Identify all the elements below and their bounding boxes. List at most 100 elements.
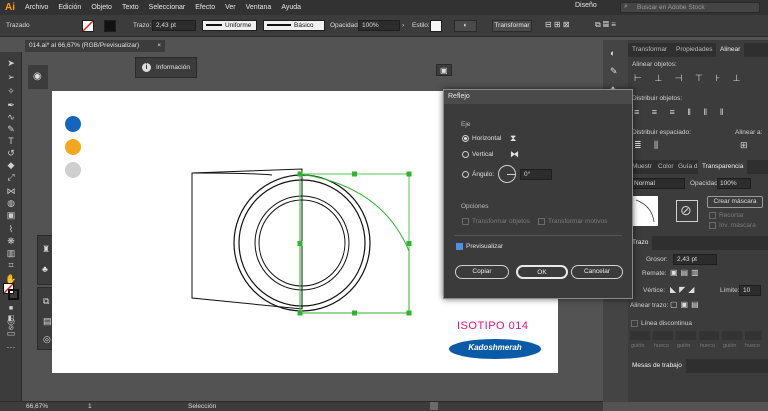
paintbrush-icon[interactable]: ✎ bbox=[5, 124, 17, 134]
menu-ayuda[interactable]: Ayuda bbox=[276, 4, 306, 11]
chevron-right-icon[interactable]: › bbox=[402, 22, 404, 29]
close-icon[interactable]: × bbox=[157, 40, 161, 52]
shape-builder-icon[interactable]: ◍ bbox=[5, 198, 17, 208]
graph-tool-icon[interactable]: ▥ bbox=[5, 248, 17, 258]
pen-tool-icon[interactable]: ✒ bbox=[5, 100, 17, 110]
vertical-radio[interactable] bbox=[462, 151, 469, 158]
angle-radio[interactable] bbox=[462, 171, 469, 178]
rotate-tool-icon[interactable]: ↺ bbox=[5, 148, 17, 158]
dash-field-1[interactable] bbox=[630, 331, 650, 340]
layers-icon[interactable]: ⧉ bbox=[43, 296, 49, 307]
menu-objeto[interactable]: Objeto bbox=[86, 4, 117, 11]
symbol-sprayer-icon[interactable]: ❋ bbox=[5, 236, 17, 246]
menu-texto[interactable]: Texto bbox=[117, 4, 144, 11]
align-object-icons[interactable]: ⊢ ⊥ ⊣ ⊤ ⊦ ⊥ bbox=[634, 73, 745, 84]
magic-wand-icon[interactable]: ✧ bbox=[5, 86, 17, 96]
brush-definition[interactable]: Básico bbox=[263, 20, 325, 31]
recolor-button[interactable]: ◐ bbox=[454, 20, 477, 32]
tab-properties[interactable]: Propiedades bbox=[672, 43, 717, 57]
align-stroke-icons[interactable]: ▢▣▤ bbox=[670, 300, 702, 309]
navigator-icon[interactable]: ◉ bbox=[33, 71, 42, 82]
width-tool-icon[interactable]: ⋈ bbox=[5, 186, 17, 196]
selection-tool-icon[interactable]: ➤ bbox=[5, 58, 17, 68]
transform-patterns-checkbox[interactable] bbox=[538, 218, 545, 225]
stroke-swatch[interactable] bbox=[104, 20, 116, 32]
distribute-object-icons[interactable]: ≡ ≡ ≡ ‖ ‖ ‖ bbox=[634, 107, 728, 117]
copy-button[interactable]: Copiar bbox=[455, 265, 509, 279]
menu-archivo[interactable]: Archivo bbox=[20, 4, 53, 11]
zoom-level[interactable]: 66,67% bbox=[26, 402, 48, 411]
stroke-weight-field[interactable]: 2,43 pt bbox=[152, 20, 196, 31]
direct-selection-tool-icon[interactable]: ➢ bbox=[5, 72, 17, 82]
gap-field-1[interactable] bbox=[653, 331, 673, 340]
variable-width-profile[interactable]: Uniforme bbox=[202, 20, 257, 31]
draw-mode-icon[interactable]: ◎ bbox=[5, 316, 17, 326]
transform-button[interactable]: Transformar bbox=[492, 20, 532, 32]
color-mode-icons[interactable]: ■ ◧ ⊘ bbox=[5, 304, 17, 332]
dash-field-3[interactable] bbox=[722, 331, 742, 340]
distribute-spacing-icons[interactable]: ≣ ⫼ bbox=[634, 140, 663, 151]
angle-dial[interactable] bbox=[498, 165, 516, 183]
stock-search-input[interactable]: Buscar en Adobe Stock bbox=[620, 2, 760, 13]
cancel-button[interactable]: Cancelar bbox=[571, 265, 623, 279]
workspace-switcher[interactable]: Diseño bbox=[575, 2, 597, 9]
invert-mask-checkbox[interactable] bbox=[709, 222, 716, 229]
menu-ventana[interactable]: Ventana bbox=[241, 4, 277, 11]
menu-seleccionar[interactable]: Seleccionar bbox=[144, 4, 191, 11]
transform-icons[interactable]: ⧉ ▦ ≡ bbox=[595, 20, 616, 30]
tab-transparency[interactable]: Transparencia bbox=[698, 160, 748, 174]
dash-field-2[interactable] bbox=[676, 331, 696, 340]
menu-ver[interactable]: Ver bbox=[220, 4, 241, 11]
brushes-icon[interactable]: ✎ bbox=[610, 66, 618, 77]
stroke-color-icon[interactable] bbox=[8, 289, 19, 300]
transform-objects-checkbox[interactable] bbox=[462, 218, 469, 225]
horizontal-radio[interactable] bbox=[462, 135, 469, 142]
color-icon[interactable]: ◐ bbox=[610, 48, 615, 58]
clone-icon[interactable]: ♜ bbox=[42, 244, 50, 255]
clip-checkbox[interactable] bbox=[709, 212, 716, 219]
weight-field[interactable]: 2,43 pt bbox=[673, 254, 717, 265]
gradient-tool-icon[interactable]: ▣ bbox=[5, 210, 17, 220]
angle-field[interactable]: 0° bbox=[520, 169, 552, 180]
gap-field-2[interactable] bbox=[699, 331, 719, 340]
links-icon[interactable]: ◎ bbox=[43, 334, 51, 345]
scrollbar-thumb[interactable] bbox=[430, 402, 438, 410]
document-tab[interactable]: 014.ai* al 66,67% (RGB/Previsualizar) × bbox=[25, 40, 165, 52]
align-icons[interactable]: ⊟ ⊞ ⊠ bbox=[545, 20, 570, 29]
tab-artboards[interactable]: Mesas de trabajo bbox=[628, 359, 686, 373]
transparency-opacity-field[interactable]: 100% bbox=[717, 178, 751, 189]
blend-mode-select[interactable]: Normal bbox=[630, 178, 685, 189]
club-icon[interactable]: ♣ bbox=[42, 264, 48, 274]
cap-icons[interactable]: ▣▤▥ bbox=[670, 268, 702, 277]
tab-align[interactable]: Alinear bbox=[716, 43, 745, 57]
screen-mode-icon[interactable]: ▭ bbox=[5, 328, 17, 338]
mask-thumbnail[interactable]: ⊘ bbox=[676, 200, 698, 222]
type-tool-icon[interactable]: T bbox=[5, 136, 17, 146]
create-mask-button[interactable]: Crear máscara bbox=[707, 196, 763, 208]
align-to-icon[interactable]: ⊞ bbox=[740, 140, 748, 151]
gap-field-3[interactable] bbox=[745, 331, 762, 340]
fill-swatch[interactable] bbox=[82, 20, 94, 32]
info-panel[interactable]: i Información bbox=[135, 57, 197, 78]
artboard-number[interactable]: 1 bbox=[88, 402, 92, 411]
tab-transform[interactable]: Transformar bbox=[628, 43, 671, 57]
eyedropper-icon[interactable]: ⌇ bbox=[5, 224, 17, 234]
ok-button[interactable]: OK bbox=[516, 265, 568, 279]
style-swatch[interactable] bbox=[430, 20, 442, 32]
artboards-icon[interactable]: ▤ bbox=[43, 316, 52, 327]
opacity-field[interactable]: 100% bbox=[358, 20, 400, 31]
dashed-line-checkbox[interactable] bbox=[631, 320, 638, 327]
artboard-tool-icon[interactable]: ⌗ bbox=[5, 260, 17, 270]
limit-field[interactable]: 10 bbox=[739, 285, 761, 296]
more-tools-icon[interactable]: ··· bbox=[5, 342, 17, 352]
preview-checkbox[interactable] bbox=[456, 243, 463, 250]
menu-efecto[interactable]: Efecto bbox=[190, 4, 220, 11]
panel-icon: ▣ bbox=[440, 66, 448, 75]
panel-collapse-button[interactable]: ▣ bbox=[436, 64, 452, 76]
curvature-tool-icon[interactable]: ∿ bbox=[5, 112, 17, 122]
eraser-icon[interactable]: ◆ bbox=[5, 160, 17, 170]
menu-edicion[interactable]: Edición bbox=[53, 4, 86, 11]
scale-tool-icon[interactable]: ⤢ bbox=[5, 172, 17, 182]
corner-icons[interactable]: ◣◤◢ bbox=[670, 285, 697, 294]
dialog-title[interactable]: Reflejo bbox=[444, 90, 632, 104]
